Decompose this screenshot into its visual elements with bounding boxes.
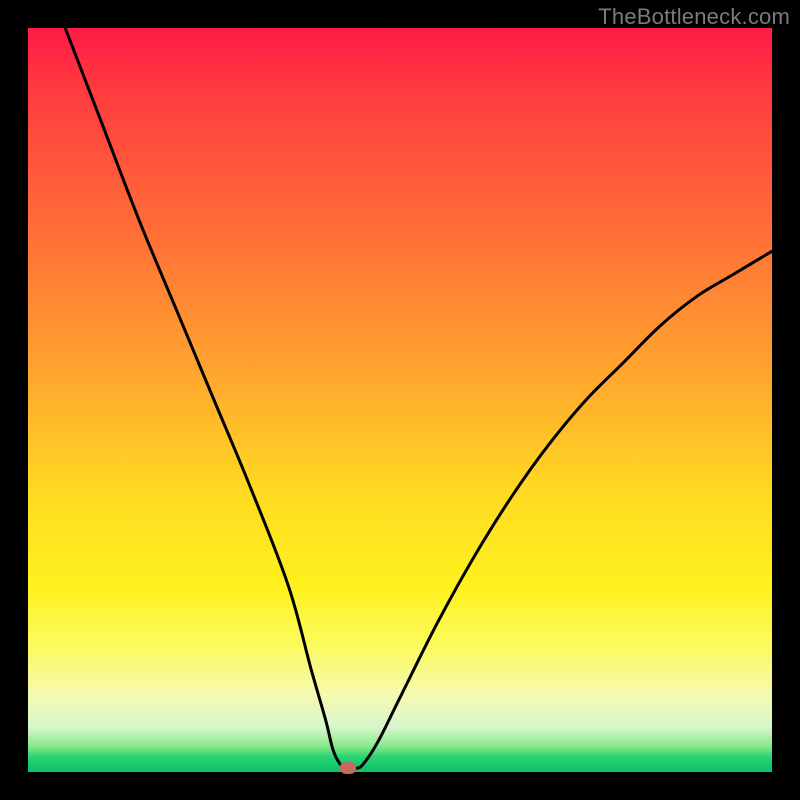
- chart-frame: TheBottleneck.com: [0, 0, 800, 800]
- watermark-text: TheBottleneck.com: [598, 4, 790, 30]
- plot-area: [28, 28, 772, 772]
- bottleneck-curve: [28, 28, 772, 772]
- optimal-point-marker: [340, 762, 356, 774]
